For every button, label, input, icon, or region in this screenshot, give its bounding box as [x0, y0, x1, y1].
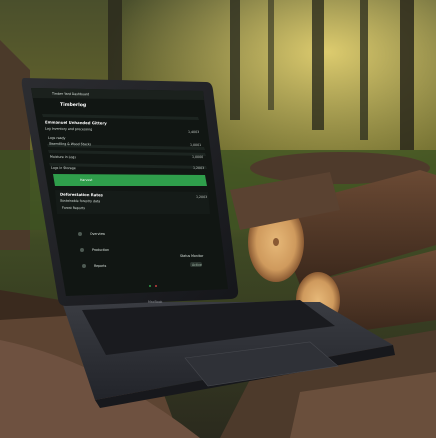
forest-photo [0, 0, 436, 438]
scene-illustration [0, 0, 436, 438]
